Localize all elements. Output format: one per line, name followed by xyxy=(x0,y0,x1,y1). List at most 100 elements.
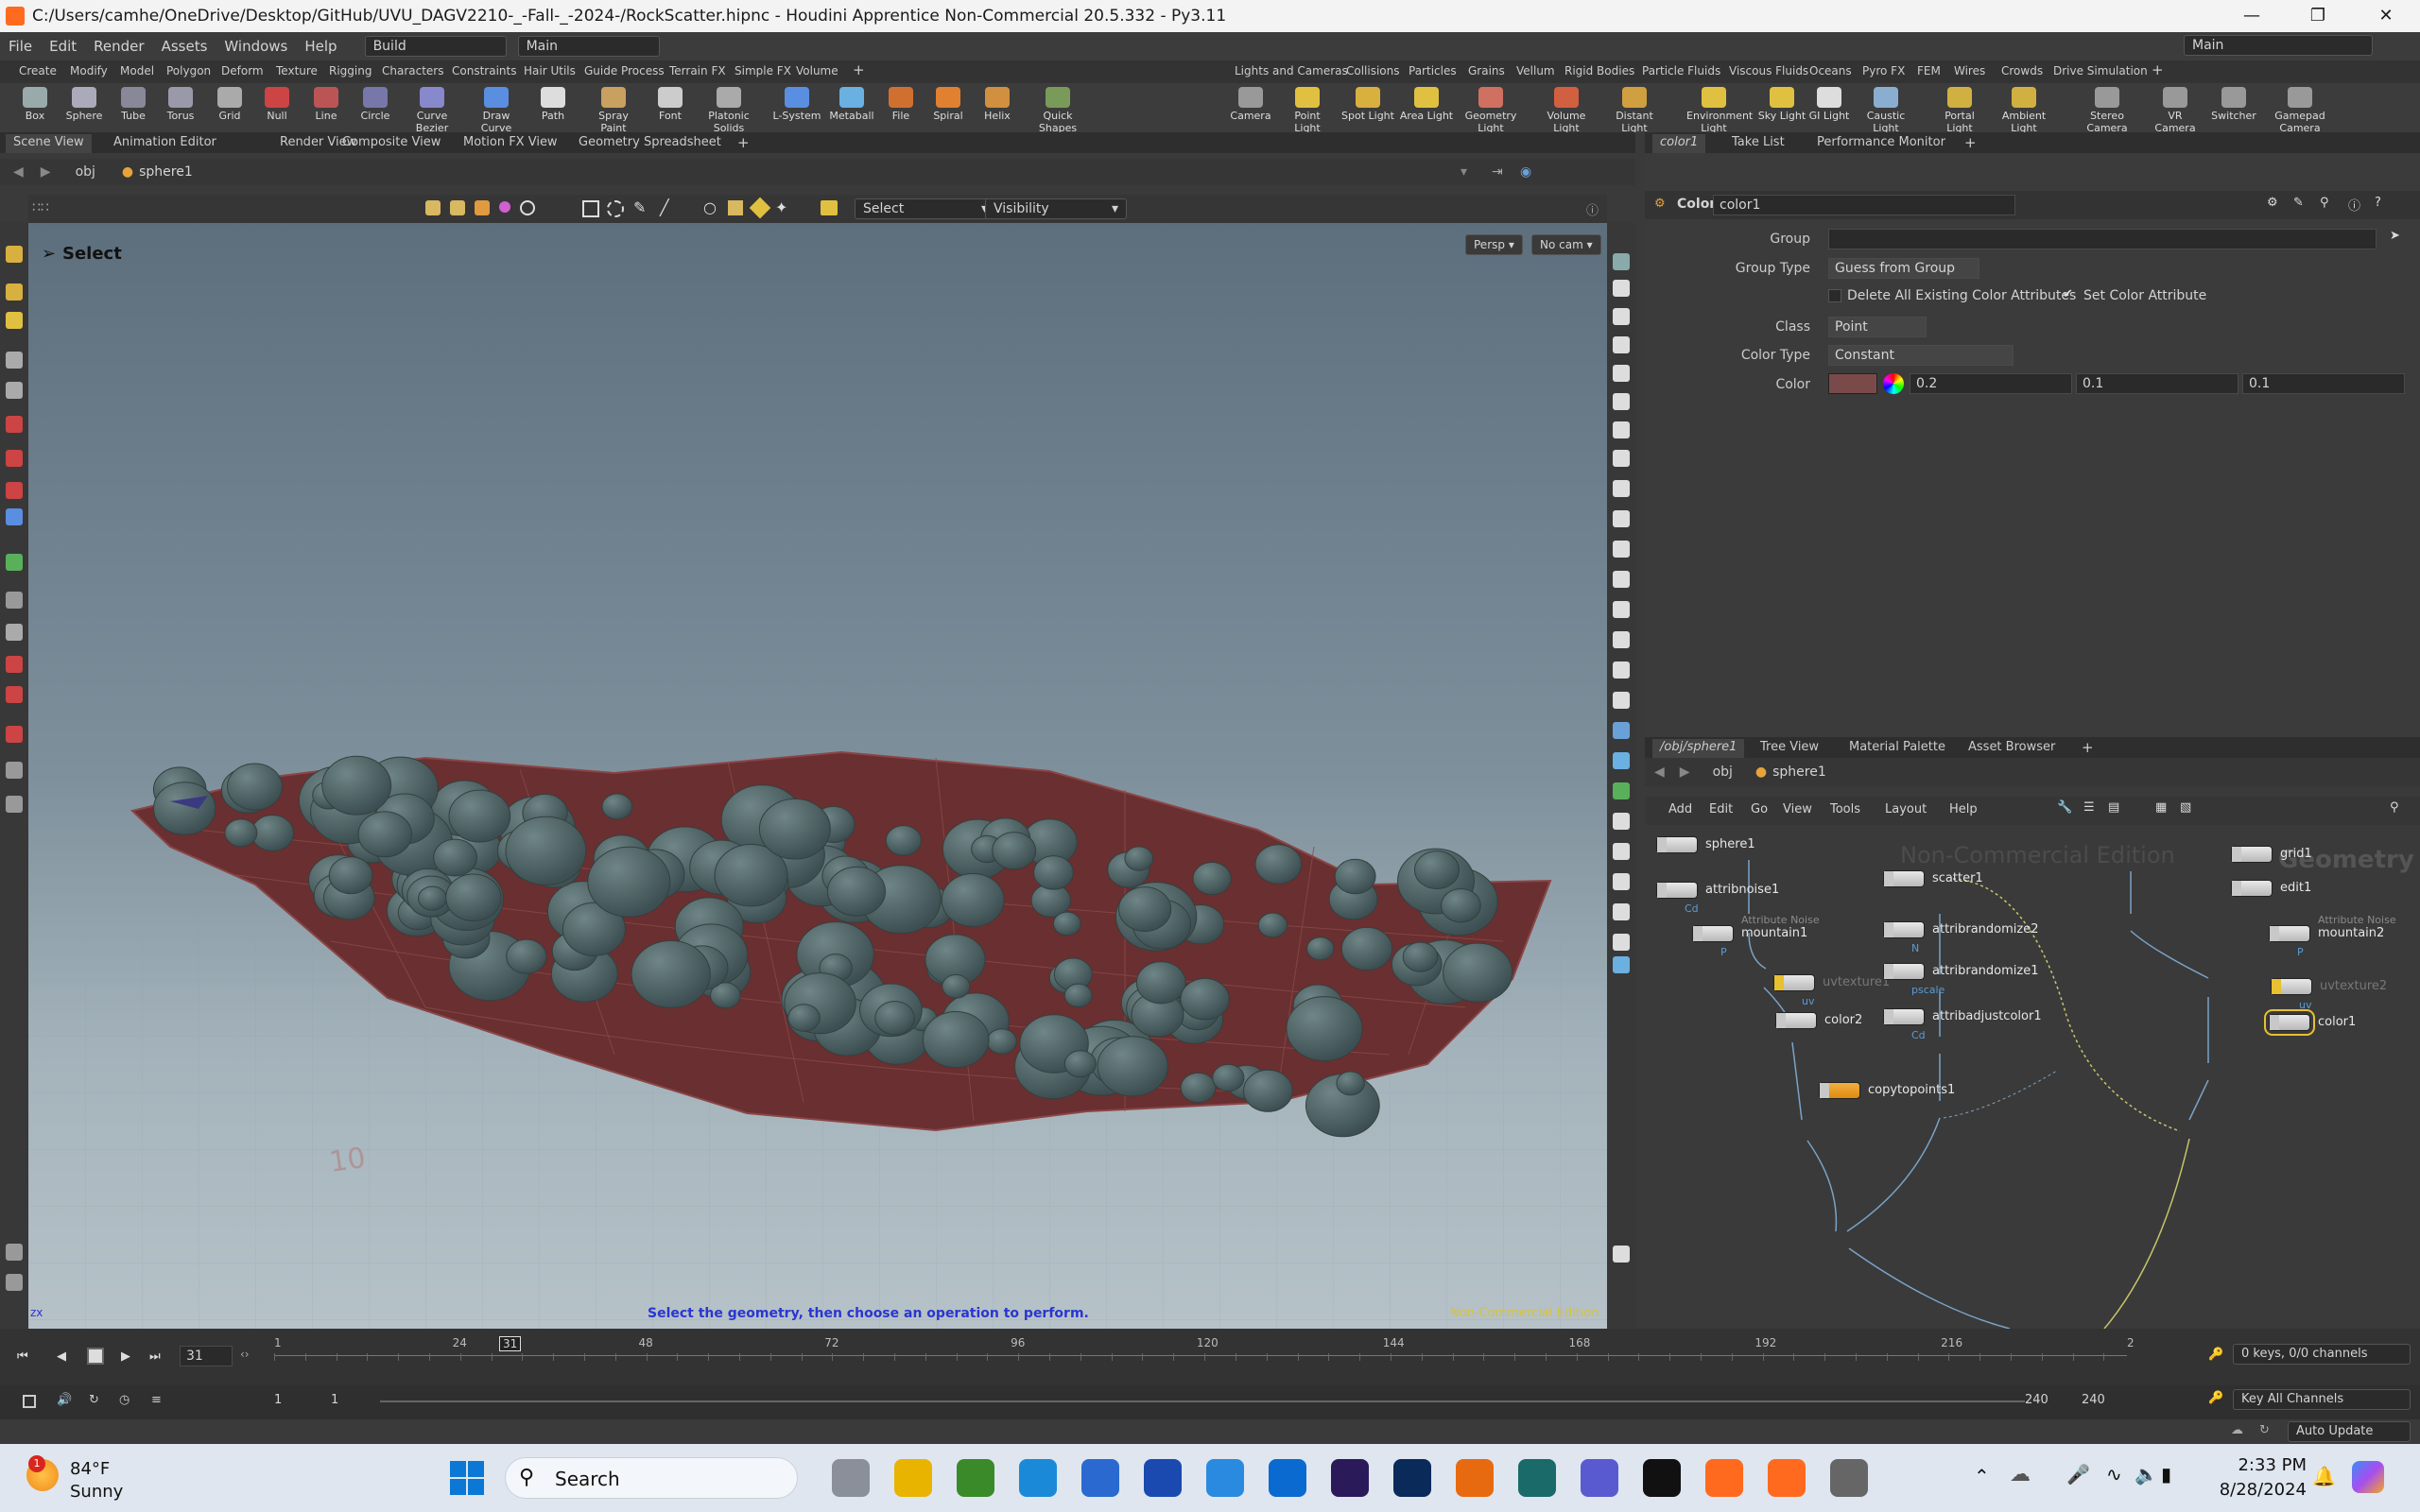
table-icon[interactable]: ▧ xyxy=(2180,800,2191,815)
shelf-tool-distant-light[interactable]: Distant Light xyxy=(1607,85,1662,134)
left-tool-icon[interactable] xyxy=(6,482,23,499)
node-flag[interactable] xyxy=(2232,847,2241,862)
start-frame-field-2[interactable]: 1 xyxy=(331,1393,338,1407)
close-button[interactable]: ✕ xyxy=(2356,0,2416,32)
display-option-icon[interactable] xyxy=(1613,393,1630,410)
tab-color1[interactable]: color1 xyxy=(1652,134,1706,153)
shelf-tab[interactable]: Wires xyxy=(1954,64,1985,77)
color-swatch[interactable] xyxy=(1828,373,1877,394)
search-icon[interactable]: ⚲ xyxy=(2320,196,2329,210)
node-flag[interactable] xyxy=(1820,1083,1829,1098)
shelf-tool-helix[interactable]: Helix xyxy=(970,85,1025,122)
maximize-button[interactable]: ❐ xyxy=(2288,0,2348,32)
shelf-tab[interactable]: Particles xyxy=(1409,64,1457,77)
shelf-tab[interactable]: Hair Utils xyxy=(524,64,576,77)
clock-time[interactable]: 2:33 PM xyxy=(2231,1455,2307,1475)
left-tool-icon[interactable] xyxy=(6,554,23,571)
grid-view-icon[interactable]: ▦ xyxy=(2155,800,2167,815)
tab-tree-view[interactable]: Tree View xyxy=(1753,739,1826,758)
audio-icon[interactable]: 🔊 xyxy=(57,1393,72,1407)
shelf-tool-platonic-solids[interactable]: Platonic Solids xyxy=(701,85,756,134)
display-option-icon[interactable] xyxy=(1613,601,1630,618)
volume-icon[interactable]: 🔈 xyxy=(2135,1463,2158,1486)
display-option-icon[interactable] xyxy=(1613,873,1630,890)
minimize-button[interactable]: — xyxy=(2221,0,2282,32)
color-g-field[interactable]: 0.1 xyxy=(2076,373,2238,394)
persp-dropdown[interactable]: Persp ▾ xyxy=(1465,234,1523,255)
shelf-tool-circle[interactable]: Circle xyxy=(348,85,403,122)
node-flag[interactable] xyxy=(1657,837,1667,852)
display-option-icon[interactable] xyxy=(1613,480,1630,497)
path-node[interactable]: sphere1 xyxy=(139,164,193,180)
display-option-icon[interactable] xyxy=(1613,1246,1630,1263)
step-back-icon[interactable]: ◀ xyxy=(57,1349,66,1364)
shelf-tool-metaball[interactable]: Metaball xyxy=(824,85,879,122)
shelf-tool-ambient-light[interactable]: Ambient Light xyxy=(1996,85,2051,134)
microphone-icon[interactable]: 🎤 xyxy=(2066,1463,2090,1486)
tab-take-list[interactable]: Take List xyxy=(1724,134,1792,153)
display-option-icon[interactable] xyxy=(1613,752,1630,769)
path-node[interactable]: sphere1 xyxy=(1772,765,1826,780)
keys-channels-dropdown[interactable]: 0 keys, 0/0 channels xyxy=(2233,1344,2411,1365)
menu-windows[interactable]: Windows xyxy=(216,38,296,55)
shelf-tab[interactable]: Grains xyxy=(1468,64,1505,77)
shelf-tool-gamepad-camera[interactable]: Gamepad Camera xyxy=(2273,85,2327,134)
l-app-icon[interactable] xyxy=(1144,1459,1182,1497)
node-flag[interactable] xyxy=(1884,1009,1893,1024)
set-color-checkbox[interactable]: ✔ xyxy=(2063,287,2073,301)
select-point-icon[interactable] xyxy=(499,201,510,213)
display-option-icon[interactable] xyxy=(1613,956,1630,973)
battery-icon[interactable]: ▮ xyxy=(2161,1463,2171,1486)
node-scatter1[interactable] xyxy=(1883,870,1925,887)
laser-select-icon[interactable]: ╱ xyxy=(660,198,669,216)
menu-render[interactable]: Render xyxy=(85,38,152,55)
shelf-tab[interactable]: Oceans xyxy=(1809,64,1852,77)
shelf-tool-quick-shapes[interactable]: Quick Shapes xyxy=(1030,85,1085,134)
display-option-icon[interactable] xyxy=(1613,421,1630,438)
node-grid1[interactable] xyxy=(2231,846,2273,863)
photoshop-icon[interactable] xyxy=(1393,1459,1431,1497)
display-option-icon[interactable] xyxy=(1613,722,1630,739)
minecraft-icon[interactable] xyxy=(957,1459,994,1497)
ruler-icon[interactable]: ≡ xyxy=(151,1393,162,1407)
node-attribrandomize1[interactable] xyxy=(1883,963,1925,980)
delete-attrs-checkbox[interactable] xyxy=(1828,289,1841,302)
onedrive-icon[interactable]: ☁ xyxy=(2010,1463,2031,1486)
app-icon[interactable] xyxy=(1518,1459,1556,1497)
node-name-field[interactable]: color1 xyxy=(1713,195,2015,215)
clock-date[interactable]: 8/28/2024 xyxy=(2212,1480,2307,1500)
node-flag[interactable] xyxy=(1774,975,1784,990)
color-r-field[interactable]: 0.2 xyxy=(1910,373,2072,394)
node-mountain2[interactable] xyxy=(2269,925,2310,942)
left-tool-icon[interactable] xyxy=(6,508,23,525)
edge-icon[interactable] xyxy=(1019,1459,1057,1497)
frame-ruler[interactable]: 1 24 48 72 96 120 144 168 192 216 2 31 xyxy=(274,1336,2135,1380)
auto-update-dropdown[interactable]: Auto Update xyxy=(2288,1421,2411,1442)
list-icon[interactable]: ▤ xyxy=(2108,800,2119,815)
shelf-tool-sphere[interactable]: Sphere xyxy=(57,85,112,122)
menu-help[interactable]: Help xyxy=(296,38,345,55)
play-icon[interactable]: ▶ xyxy=(121,1349,130,1364)
left-tool-icon[interactable] xyxy=(6,1274,23,1291)
node-uvtexture2[interactable] xyxy=(2271,978,2312,995)
brush-select-icon[interactable]: ✎ xyxy=(633,198,646,216)
shelf-tab[interactable]: Viscous Fluids xyxy=(1729,64,1808,77)
display-option-icon[interactable] xyxy=(1613,631,1630,648)
realtime-icon[interactable]: ◷ xyxy=(119,1393,130,1407)
pin-icon[interactable]: ⇥ xyxy=(1492,164,1503,180)
viewport[interactable]: 10 ➢ Select Persp ▾ No cam ▾ Select the … xyxy=(28,223,1607,1329)
shelf-tab[interactable]: Vellum xyxy=(1516,64,1555,77)
shelf-tool-spiral[interactable]: Spiral xyxy=(921,85,976,122)
net-menu-go[interactable]: Go xyxy=(1751,802,1768,816)
add-pane-tab-button[interactable]: + xyxy=(2074,739,2101,758)
tab-asset-browser[interactable]: Asset Browser xyxy=(1961,739,2063,758)
shelf-tab[interactable]: Characters xyxy=(382,64,444,77)
shelf-tool-stereo-camera[interactable]: Stereo Camera xyxy=(2080,85,2135,134)
node-flag[interactable] xyxy=(2232,881,2241,896)
shelf-tab[interactable]: Particle Fluids xyxy=(1642,64,1720,77)
network-editor[interactable]: Non-Commercial Edition Geometry sphere1 a… xyxy=(1651,827,2420,1329)
app-icon[interactable] xyxy=(1456,1459,1494,1497)
path-dropdown-icon[interactable]: ▾ xyxy=(1461,164,1467,180)
net-menu-view[interactable]: View xyxy=(1783,802,1812,816)
tab-geometry-spreadsheet[interactable]: Geometry Spreadsheet xyxy=(571,134,729,153)
